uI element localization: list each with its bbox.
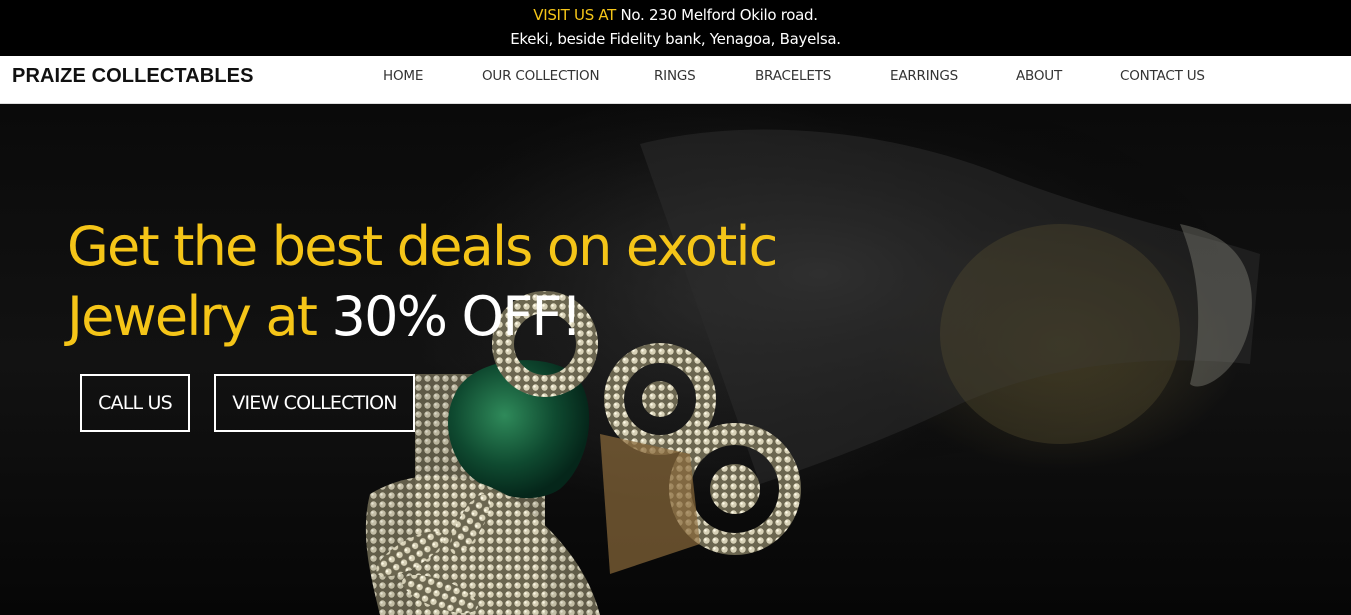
address-line-2: Ekeki, beside Fidelity bank, Yenagoa, Ba… xyxy=(510,30,841,48)
headline-line-1: Get the best deals on exotic xyxy=(67,215,778,278)
address-bar: VISIT US AT No. 230 Melford Okilo road. … xyxy=(0,0,1351,56)
hero-banner: Get the best deals on exotic Jewelry at … xyxy=(0,104,1351,615)
nav-about[interactable]: ABOUT xyxy=(1016,68,1062,84)
nav-home[interactable]: HOME xyxy=(383,68,423,84)
nav-bracelets[interactable]: BRACELETS xyxy=(755,68,831,84)
address-line-1: VISIT US AT No. 230 Melford Okilo road. xyxy=(0,3,1351,27)
visit-us-label: VISIT US AT xyxy=(533,6,617,24)
hero-jewelry-image xyxy=(365,104,1260,615)
hero-headline: Get the best deals on exotic Jewelry at … xyxy=(67,212,827,352)
brand-logo[interactable]: PRAIZE COLLECTABLES xyxy=(12,65,254,88)
nav-our-collection[interactable]: OUR COLLECTION xyxy=(482,68,600,84)
nav-rings[interactable]: RINGS xyxy=(654,68,696,84)
discount-highlight: 30% OFF! xyxy=(331,285,583,348)
headline-line-2: Jewelry at xyxy=(67,285,318,348)
call-us-button[interactable]: CALL US xyxy=(80,374,190,432)
view-collection-button[interactable]: VIEW COLLECTION xyxy=(214,374,415,432)
address-street: No. 230 Melford Okilo road. xyxy=(620,6,819,24)
nav-earrings[interactable]: EARRINGS xyxy=(890,68,958,84)
nav-contact-us[interactable]: CONTACT US xyxy=(1120,68,1205,84)
main-navbar: PRAIZE COLLECTABLES HOME OUR COLLECTION … xyxy=(0,56,1351,104)
